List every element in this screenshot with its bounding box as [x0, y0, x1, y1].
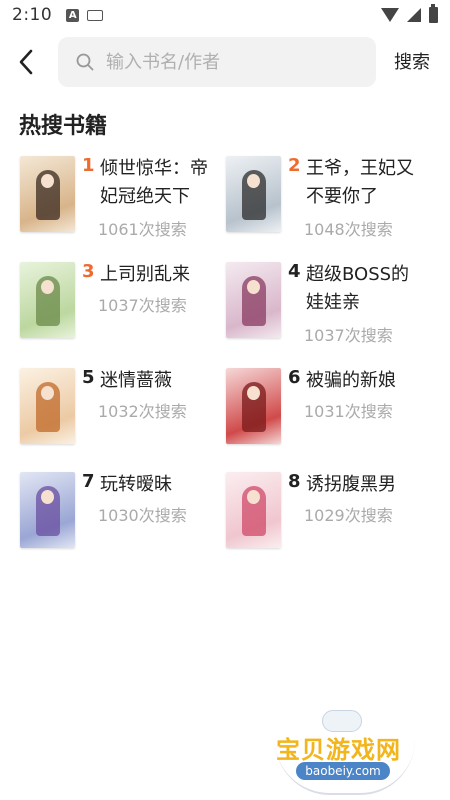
- cover-face: [247, 386, 260, 400]
- book-item-2[interactable]: 2 王爷，王妃又不要你了 1048次搜索: [226, 155, 436, 246]
- cover-face: [247, 280, 260, 294]
- book-cover: [226, 156, 281, 232]
- book-title: 超级BOSS的娃娃亲: [306, 264, 410, 313]
- book-cover: [20, 156, 75, 232]
- keyboard-icon: [87, 9, 104, 21]
- book-cover: [226, 368, 281, 444]
- watermark-url: baobeiy.com: [296, 762, 390, 780]
- search-header: 搜索: [0, 36, 450, 88]
- book-cover: [20, 368, 75, 444]
- book-item-6[interactable]: 6 被骗的新娘 1031次搜索: [226, 367, 436, 458]
- search-count: 1030次搜索: [98, 506, 187, 525]
- book-item-7[interactable]: 7 玩转暧昧 1030次搜索: [20, 471, 230, 562]
- search-box[interactable]: [58, 37, 376, 87]
- book-cover: [226, 472, 281, 548]
- book-item-3[interactable]: 3 上司别乱来 1037次搜索: [20, 261, 230, 352]
- search-count: 1061次搜索: [98, 220, 187, 239]
- book-rank: 3: [82, 261, 95, 282]
- gamepad-icon: [322, 710, 362, 732]
- section-title: 热搜书籍: [19, 114, 108, 139]
- book-title: 被骗的新娘: [306, 370, 396, 391]
- search-input[interactable]: [106, 51, 356, 73]
- search-count: 1048次搜索: [304, 220, 393, 239]
- wifi-icon: [381, 8, 399, 22]
- book-title: 倾世惊华：帝妃冠绝天下: [100, 158, 208, 207]
- book-item-4[interactable]: 4 超级BOSS的娃娃亲 1037次搜索: [226, 261, 436, 352]
- watermark-logo: 宝贝游戏网 baobeiy.com: [270, 700, 420, 795]
- search-count: 1032次搜索: [98, 402, 187, 421]
- a-badge-icon: A: [66, 8, 80, 22]
- book-rank: 6: [288, 367, 301, 388]
- battery-icon: [429, 4, 438, 23]
- book-title: 王爷，王妃又不要你了: [306, 158, 414, 207]
- book-title: 玩转暧昧: [100, 474, 172, 495]
- search-count: 1037次搜索: [98, 296, 187, 315]
- book-cover: [20, 472, 75, 548]
- search-button[interactable]: 搜索: [394, 48, 430, 74]
- status-icons-left: A: [66, 8, 104, 22]
- book-title: 迷情蔷薇: [100, 370, 172, 391]
- book-rank: 8: [288, 471, 301, 492]
- watermark-text: 宝贝游戏网: [276, 736, 401, 764]
- cell-signal-icon: [407, 8, 421, 22]
- book-rank: 5: [82, 367, 95, 388]
- cover-face: [41, 280, 54, 294]
- book-item-8[interactable]: 8 诱拐腹黑男 1029次搜索: [226, 471, 436, 562]
- book-item-1[interactable]: 1 倾世惊华：帝妃冠绝天下 1061次搜索: [20, 155, 230, 246]
- search-icon: [76, 53, 94, 71]
- book-item-5[interactable]: 5 迷情蔷薇 1032次搜索: [20, 367, 230, 458]
- back-button[interactable]: [6, 42, 46, 82]
- search-count: 1037次搜索: [304, 326, 393, 345]
- search-count: 1029次搜索: [304, 506, 393, 525]
- book-rank: 1: [82, 155, 95, 176]
- chevron-left-icon: [19, 49, 33, 75]
- book-cover: [226, 262, 281, 338]
- search-count: 1031次搜索: [304, 402, 393, 421]
- book-rank: 2: [288, 155, 301, 176]
- cover-face: [247, 174, 260, 188]
- status-icons-right: [381, 4, 438, 23]
- book-rank: 7: [82, 471, 95, 492]
- book-title: 上司别乱来: [100, 264, 190, 285]
- cover-face: [41, 386, 54, 400]
- cover-face: [247, 490, 260, 504]
- book-rank: 4: [288, 261, 301, 282]
- cover-face: [41, 490, 54, 504]
- status-time: 2:10: [12, 5, 53, 25]
- cover-face: [41, 174, 54, 188]
- status-bar: 2:10 A: [0, 0, 450, 30]
- book-title: 诱拐腹黑男: [306, 474, 396, 495]
- book-cover: [20, 262, 75, 338]
